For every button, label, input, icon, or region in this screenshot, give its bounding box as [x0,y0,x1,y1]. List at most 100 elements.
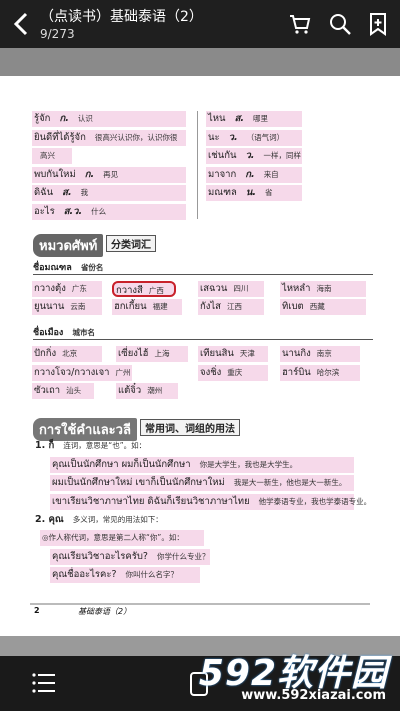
city-item[interactable]: กวางโจว/กวางเจา 广州 [32,365,132,381]
vocab-item[interactable]: นะ ว. （语气词） [206,130,302,146]
province-item[interactable]: เสฉวน 四川 [198,281,264,297]
thai-word: กังไส [200,301,221,312]
province-item[interactable]: ทิเบต 西藏 [280,299,366,315]
section-heading-thai: หมวดศัพท์ [33,234,104,257]
province-item[interactable]: กังไส 江西 [198,299,264,315]
page-indicator: 9/273 [40,27,75,41]
province-item[interactable]: ยูนนาน 云南 [32,299,102,315]
vocab-item[interactable]: มณฑล น. 省 [206,185,302,201]
vocab-item[interactable]: เช่นกัน ว. 一样，同样 [206,148,302,164]
vocab-item[interactable]: ดิฉัน ส. 我 [32,185,186,201]
thai-word: เซี่ยงไฮ้ [118,348,149,359]
thai-word: จงชิ่ง [200,367,222,378]
vocab-item[interactable]: ยินดีที่ได้รู้จัก 很高兴认识你，认识你很 [32,130,186,146]
thai-sentence: เขาเรียนวิชาภาษาไทย ดิฉันก็เรียนวิชาภาษา… [52,496,250,507]
vocab-item[interactable]: มาจาก ก. 来自 [206,167,302,183]
thai-sentence: ผมเป็นนักศึกษาใหม่ เขาก็เป็นนักศึกษาใหม่ [52,477,225,488]
thai-word: มณฑล [208,187,237,198]
part-of-speech: ส.ว. [63,206,83,217]
city-item[interactable]: เซี่ยงไฮ้ 上海 [116,346,188,362]
search-icon[interactable] [328,12,352,36]
thai-word: ไหหลำ [282,283,311,294]
bookmark-add-icon[interactable] [366,12,390,36]
book-title: （点读书）基础泰语（2） [40,9,203,25]
menu-list-icon[interactable] [32,672,56,694]
vocab-item[interactable]: พบกันใหม่ ก. 再见 [32,167,186,183]
page-number: 2 [34,606,40,615]
chinese-meaning: （语气词） [246,133,285,142]
province-item-selected[interactable]: กวางสี 广西 [112,281,176,297]
chinese-translation: 你叫什么名字？ [125,570,179,579]
thai-word: รู้จัก [34,113,51,124]
thai-word: นานกิง [282,348,311,359]
thai-word: ดิฉัน [34,187,54,198]
thai-word: มาจาก [208,169,237,180]
chinese-meaning: 哪里 [253,114,269,123]
city-item[interactable]: ฮาร์บิน 哈尔滨 [280,365,360,381]
chinese-meaning: 福建 [152,302,168,311]
vocab-item[interactable]: รู้จัก ก. 认识 [32,111,186,127]
province-item[interactable]: ฮกเกี้ยน 福建 [112,299,182,315]
cart-icon[interactable] [288,12,312,36]
thai-word: กวางโจว/กวางเจา [34,367,110,378]
city-item[interactable]: นานกิง 南京 [280,346,360,362]
chinese-meaning: 什么 [91,207,107,216]
usage-description: 多义词，常见的用法如下： [72,515,163,524]
subsection-provinces: ชื่อมณฑล 省份名 [33,260,103,274]
chinese-meaning: 哈尔滨 [316,368,340,377]
part-of-speech: ส. [234,113,244,124]
chinese-meaning: 海南 [316,284,332,293]
example-sentence[interactable]: คุณชื่ออะไรคะ? 你叫什么名字？ [50,567,200,583]
example-sentence[interactable]: คุณเรียนวิชาอะไรครับ? 你学什么专业？ [50,549,210,565]
example-sentence[interactable]: เขาเรียนวิชาภาษาไทย ดิฉันก็เรียนวิชาภาษา… [50,494,371,510]
city-item[interactable]: ปักกิ่ง 北京 [32,346,102,362]
chinese-meaning: 潮州 [147,386,163,395]
province-item[interactable]: กวางตุ้ง 广东 [32,281,102,297]
vocab-item[interactable]: ไหน ส. 哪里 [206,111,302,127]
thai-word: ยินดีที่ได้รู้จัก [34,132,86,143]
thai-word: ฮกเกี้ยน [114,301,147,312]
thai-word: ยูนนาน [34,301,65,312]
part-of-speech: ว. [245,150,255,161]
thai-word: นะ [208,132,220,143]
thai-word: ทิเบต [282,301,304,312]
part-of-speech: ว. [228,132,238,143]
chinese-meaning: 西藏 [309,302,325,311]
city-item[interactable]: แต้จิ๋ว 潮州 [116,383,178,399]
chinese-meaning: 我 [80,188,89,197]
subsection-chinese: 城市名 [72,328,95,337]
usage-subnote[interactable]: ◎作人称代词，意思是第二人称“你”。如： [40,530,204,546]
section-heading-chinese: 分类词汇 [106,235,156,252]
chinese-translation: 你是大学生，我也是大学生。 [199,460,298,469]
divider [33,339,373,340]
example-sentence[interactable]: ผมเป็นนักศึกษาใหม่ เขาก็เป็นนักศึกษาใหม่… [50,475,354,491]
example-sentence[interactable]: คุณเป็นนักศึกษา ผมก็เป็นนักศึกษา 你是大学生，我… [50,457,354,473]
thai-word: ฮาร์บิน [282,367,311,378]
usage-description: 连词，意思是“也”。如： [63,441,147,450]
part-of-speech: ส. [62,187,72,198]
chinese-meaning: 汕头 [66,386,82,395]
chinese-meaning: 南京 [316,349,332,358]
watermark-url: www.592xiazai.com [241,688,386,703]
chinese-meaning: 广西 [148,286,164,295]
divider [33,274,373,275]
chinese-meaning: 云南 [70,302,86,311]
thai-word: เทียนสิน [200,348,234,359]
subsection-cities: ชื่อเมือง 城市名 [33,325,95,339]
city-item[interactable]: ซัวเถา 汕头 [32,383,94,399]
usage-item-1: 1. ก็ 连词，意思是“也”。如： [33,438,146,454]
vocab-item[interactable]: อะไร ส.ว. 什么 [32,204,186,220]
city-item[interactable]: เทียนสิน 天津 [198,346,268,362]
back-arrow-icon[interactable] [8,8,36,40]
city-item[interactable]: จงชิ่ง 重庆 [198,365,268,381]
chinese-meaning: 再见 [103,170,119,179]
usage-term: 1. ก็ [35,440,55,451]
province-item[interactable]: ไหหลำ 海南 [280,281,366,297]
vocab-item-continuation[interactable]: 高兴 [32,148,72,164]
subsection-thai: ชื่อเมือง [33,328,64,338]
chinese-translation: 他学泰语专业，我也学泰语专业。 [258,497,372,506]
thai-word: กวางสี [116,285,143,296]
chinese-meaning: 北京 [62,349,78,358]
thai-word: เสฉวน [200,283,228,294]
chinese-meaning: 江西 [226,302,242,311]
